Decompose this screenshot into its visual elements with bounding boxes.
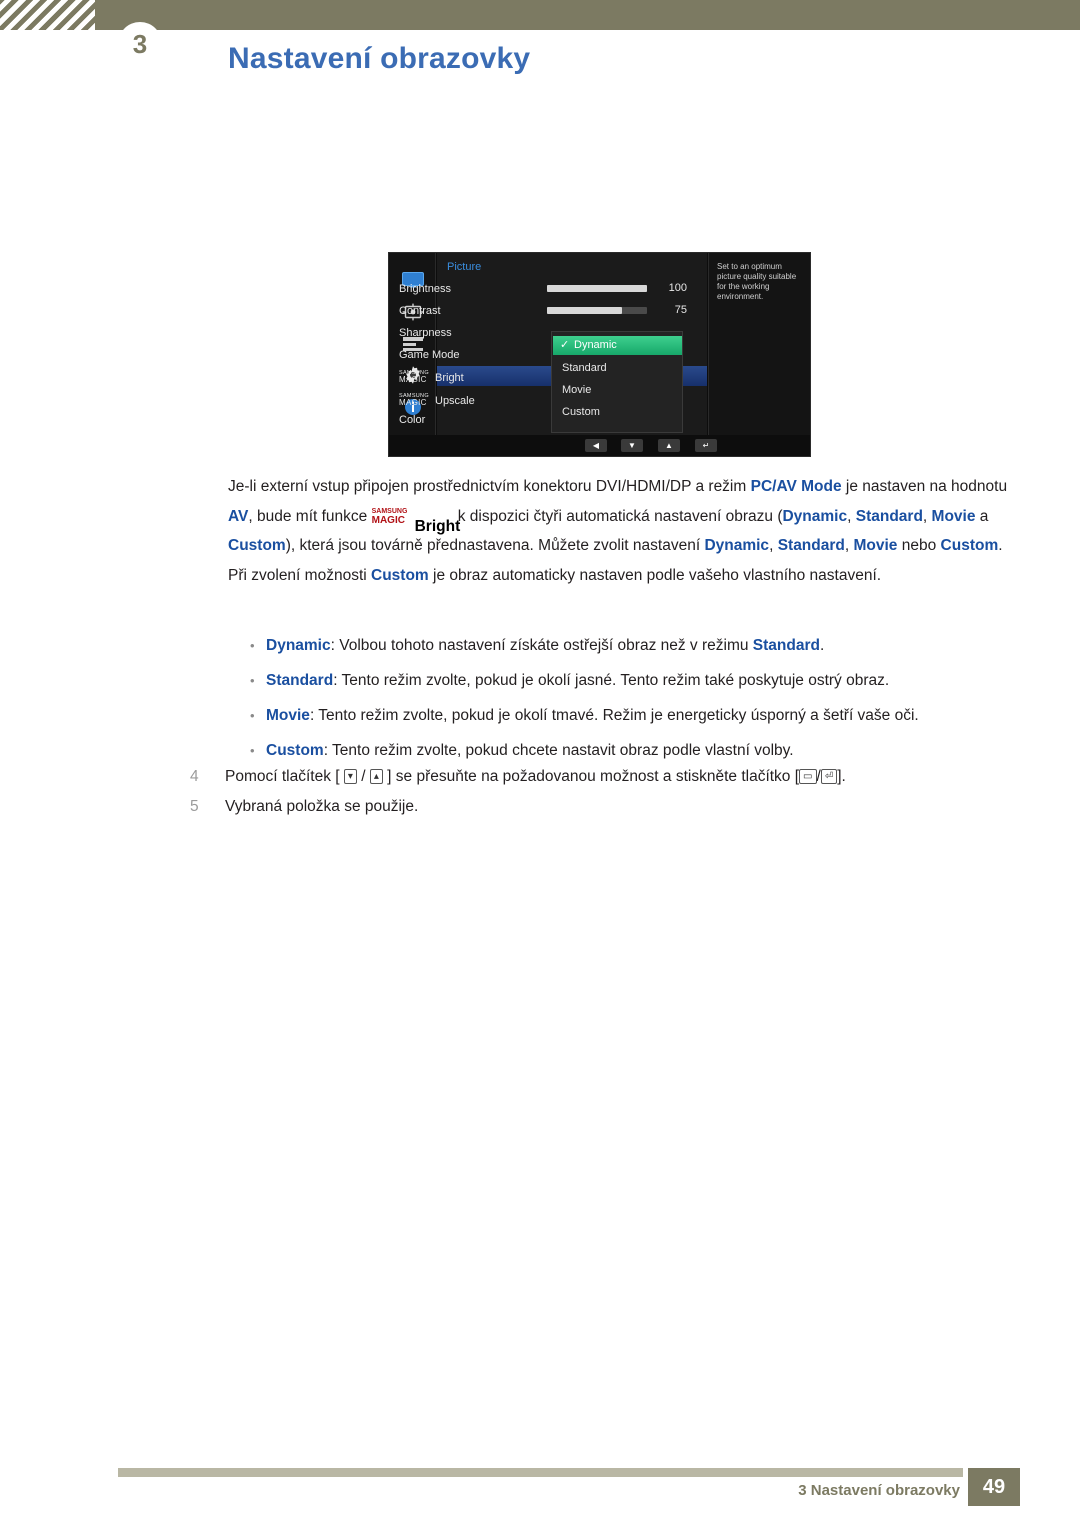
step-5-text: Vybraná položka se použije. bbox=[225, 798, 419, 815]
para-seg1: Je-li externí vstup připojen prostřednic… bbox=[228, 478, 751, 495]
osd-help-text: Set to an optimum picture quality suitab… bbox=[717, 262, 797, 301]
term-pcav-mode: PC/AV Mode bbox=[750, 478, 842, 495]
osd-item-game-mode[interactable]: Game Mode bbox=[399, 349, 460, 361]
bullet-term-movie: Movie bbox=[266, 707, 310, 724]
page-title: Nastavení obrazovky bbox=[228, 42, 531, 75]
term-standard-2: Standard bbox=[777, 537, 845, 554]
step-4-pre: Pomocí tlačítek [ bbox=[225, 768, 344, 785]
inline-magicbright: SAMSUNG MAGIC Bright bbox=[371, 508, 461, 535]
magicbright-magic-label: MAGIC bbox=[399, 375, 427, 384]
list-item: Custom: Tento režim zvolte, pokud chcete… bbox=[228, 733, 1028, 768]
bullet-text-custom: : Tento režim zvolte, pokud chcete nasta… bbox=[323, 742, 794, 759]
osd-help-panel: Set to an optimum picture quality suitab… bbox=[708, 253, 810, 435]
magicbright-submenu: ✓ Dynamic Standard Movie Custom bbox=[551, 331, 683, 433]
contrast-value: 75 bbox=[674, 304, 687, 316]
submenu-item-custom[interactable]: Custom bbox=[562, 406, 600, 418]
brightness-value: 100 bbox=[668, 282, 687, 294]
osd-item-color[interactable]: Color bbox=[399, 414, 425, 426]
para-seg3: , bude mít funkce bbox=[248, 507, 372, 525]
para-seg7: je obraz automaticky nastaven podle vaše… bbox=[428, 566, 882, 584]
inline-magic-suffix: Bright bbox=[414, 517, 461, 535]
bullet-tailterm-dynamic: Standard bbox=[752, 637, 820, 654]
osd-item-magicupscale[interactable]: SAMSUNG MAGIC Upscale bbox=[399, 393, 475, 408]
list-item: Dynamic: Volbou tohoto nastavení získáte… bbox=[228, 628, 1028, 663]
para-seg4: k dispozici čtyři automatická nastavení … bbox=[453, 507, 783, 525]
list-item: Movie: Tento režim zvolte, pokud je okol… bbox=[228, 698, 1028, 733]
osd-category-label: Picture bbox=[447, 261, 482, 273]
bullet-term-custom: Custom bbox=[266, 742, 324, 759]
header-hatch-pattern bbox=[0, 0, 95, 30]
bullet-term-standard: Standard bbox=[266, 672, 334, 689]
term-standard-1: Standard bbox=[855, 507, 923, 525]
check-icon: ✓ bbox=[560, 339, 570, 351]
osd-enter-button[interactable]: ↵ bbox=[695, 439, 717, 452]
osd-item-magicbright[interactable]: SAMSUNG MAGIC Bright bbox=[399, 370, 464, 385]
term-av: AV bbox=[228, 507, 249, 525]
term-dynamic-1: Dynamic bbox=[782, 507, 848, 525]
term-movie-1: Movie bbox=[931, 507, 976, 525]
brightness-slider-fill bbox=[547, 285, 647, 292]
bullet-tail-dynamic: . bbox=[819, 637, 825, 654]
osd-menu-illustration: Picture Brightness Contrast Sharpness Ga… bbox=[388, 252, 811, 457]
term-custom-1: Custom bbox=[228, 537, 286, 554]
contrast-slider-fill bbox=[547, 307, 622, 314]
down-key-icon: ▾ bbox=[343, 769, 357, 784]
step-4-mid1: / bbox=[356, 768, 370, 785]
bullet-text-standard: : Tento režim zvolte, pokud je okolí jas… bbox=[333, 672, 890, 689]
submenu-selected-highlight bbox=[553, 336, 682, 355]
para-nsep2: , bbox=[844, 537, 854, 554]
osd-button-bar: ◀ ▼ ▲ ↵ bbox=[389, 435, 810, 456]
list-item: Standard: Tento režim zvolte, pokud je o… bbox=[228, 663, 1028, 698]
osd-down-button[interactable]: ▼ bbox=[621, 439, 643, 452]
submenu-item-dynamic[interactable]: Dynamic bbox=[574, 339, 617, 351]
term-movie-2: Movie bbox=[853, 537, 898, 554]
step-4-post: ]. bbox=[837, 768, 846, 785]
bullet-text-movie: : Tento režim zvolte, pokud je okolí tma… bbox=[309, 707, 919, 724]
chapter-number-badge: 3 bbox=[118, 22, 162, 66]
bullet-term-dynamic: Dynamic bbox=[266, 637, 331, 654]
step-4-text: Pomocí tlačítek [ ▾ / ▴ ] se přesuňte na… bbox=[225, 768, 846, 786]
menu-key-icon: ▭ bbox=[799, 769, 817, 784]
page-number-badge: 49 bbox=[968, 1468, 1020, 1506]
up-key-icon: ▴ bbox=[369, 769, 383, 784]
term-custom-3: Custom bbox=[371, 566, 429, 584]
para-sep1: , bbox=[847, 507, 856, 525]
page-header-bar bbox=[0, 0, 1080, 30]
para-seg2: je nastaven na hodnotu bbox=[841, 478, 1008, 495]
step-4-mid2: ] se přesuňte na požadovanou možnost a s… bbox=[382, 768, 800, 785]
submenu-item-standard[interactable]: Standard bbox=[562, 362, 607, 374]
submenu-item-movie[interactable]: Movie bbox=[562, 384, 591, 396]
para-seg5: ), která jsou továrně přednastavena. Můž… bbox=[285, 537, 705, 554]
magicbright-suffix-label: Bright bbox=[435, 372, 464, 384]
footer-chapter-label: 3 Nastavení obrazovky bbox=[798, 1482, 960, 1499]
para-sep3: a bbox=[975, 507, 989, 525]
magicupscale-suffix-label: Upscale bbox=[435, 395, 475, 407]
intro-paragraph: Je-li externí vstup připojen prostřednic… bbox=[228, 472, 1018, 590]
footer-divider bbox=[118, 1468, 963, 1477]
bullet-text-dynamic: : Volbou tohoto nastavení získáte ostřej… bbox=[330, 637, 753, 654]
para-sep2: , bbox=[922, 507, 932, 525]
osd-back-button[interactable]: ◀ bbox=[585, 439, 607, 452]
term-custom-2: Custom bbox=[940, 537, 999, 554]
osd-item-brightness[interactable]: Brightness bbox=[399, 283, 451, 295]
osd-item-sharpness[interactable]: Sharpness bbox=[399, 327, 452, 339]
inline-magic-magic: MAGIC bbox=[371, 514, 405, 526]
step-4-number: 4 bbox=[190, 768, 199, 785]
step-5-number: 5 bbox=[190, 798, 199, 815]
para-nsep3: nebo bbox=[897, 537, 941, 554]
para-nsep1: , bbox=[769, 537, 778, 554]
enter-key-icon: ⏎ bbox=[820, 769, 838, 784]
osd-item-contrast[interactable]: Contrast bbox=[399, 305, 441, 317]
term-dynamic-2: Dynamic bbox=[704, 537, 770, 554]
mode-description-list: Dynamic: Volbou tohoto nastavení získáte… bbox=[228, 628, 1028, 768]
osd-up-button[interactable]: ▲ bbox=[658, 439, 680, 452]
magicupscale-magic-label: MAGIC bbox=[399, 398, 427, 407]
